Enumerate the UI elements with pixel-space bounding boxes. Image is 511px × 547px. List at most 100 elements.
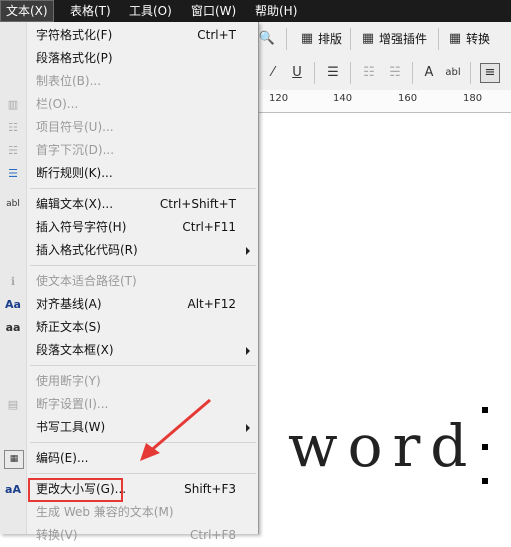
- menu-item-label: 插入符号字符(H): [36, 220, 127, 234]
- menu-item-label: 书写工具(W): [36, 420, 106, 434]
- enhance-plugin-button[interactable]: 增强插件: [379, 28, 427, 50]
- edit-text-icon: abl: [6, 199, 20, 209]
- menu-item-insert-symbol[interactable]: 插入符号字符(H) Ctrl+F11: [0, 216, 258, 239]
- layout-button[interactable]: 排版: [318, 28, 342, 50]
- menu-tools[interactable]: 工具(O): [129, 0, 172, 22]
- menu-item-label: 矫正文本(S): [36, 320, 101, 334]
- menu-item-shortcut: Ctrl+F8: [190, 528, 236, 542]
- menu-item-shortcut: Alt+F12: [187, 297, 236, 311]
- toolbar-separator: [286, 28, 287, 50]
- menu-item-tab-stops[interactable]: 制表位(B)...: [0, 70, 258, 93]
- menu-item-label: 首字下沉(D)...: [36, 143, 115, 157]
- menu-item-label: 断行规则(K)...: [36, 166, 113, 180]
- drop-cap-icon: ☵: [8, 144, 18, 157]
- menu-item-drop-cap[interactable]: ☵ 首字下沉(D)...: [0, 139, 258, 162]
- underline-icon[interactable]: U: [288, 64, 306, 82]
- menu-item-label: 转换(V): [36, 528, 78, 542]
- toolbar-separator: [350, 62, 351, 84]
- menu-item-use-hyphenation[interactable]: 使用断字(Y): [0, 370, 258, 393]
- annotation-arrow-icon: [140, 398, 211, 461]
- selection-handle[interactable]: [482, 407, 488, 413]
- menu-separator: [30, 188, 256, 189]
- menu-item-line-break-rules[interactable]: ☰ 断行规则(K)...: [0, 162, 258, 185]
- menu-item-label: 生成 Web 兼容的文本(M): [36, 505, 174, 519]
- toolbar-separator: [470, 62, 471, 84]
- menu-item-label: 对齐基线(A): [36, 297, 102, 311]
- menu-item-label: 使用断字(Y): [36, 374, 101, 388]
- straighten-text-icon: aa: [5, 321, 21, 334]
- menu-item-edit-text[interactable]: abl 编辑文本(X)... Ctrl+Shift+T: [0, 193, 258, 216]
- convert-icon: ▦: [448, 31, 462, 46]
- menu-item-label: 使文本适合路径(T): [36, 274, 137, 288]
- align-justify-icon[interactable]: ≡: [480, 63, 500, 83]
- bullet-list-icon[interactable]: ☷: [360, 64, 378, 82]
- drop-cap-toolbar-icon[interactable]: ☵: [386, 64, 404, 82]
- highlight-box: [28, 478, 123, 502]
- menu-item-label: 段落格式化(P): [36, 51, 113, 65]
- menu-item-shortcut: Shift+F3: [184, 482, 236, 496]
- menu-table[interactable]: 表格(T): [70, 0, 111, 22]
- layout-icon: ▦: [300, 31, 314, 46]
- hyphenation-icon: ▤: [7, 398, 19, 411]
- columns-icon: ▥: [7, 98, 19, 111]
- menu-separator: [30, 473, 256, 474]
- toolbar-separator: [314, 62, 315, 84]
- menu-item-paragraph-format[interactable]: 段落格式化(P): [0, 47, 258, 70]
- toolbar-separator: [412, 62, 413, 84]
- menu-item-insert-format-code[interactable]: 插入格式化代码(R): [0, 239, 258, 262]
- artistic-text-word[interactable]: word: [288, 412, 477, 480]
- align-baseline-icon: Aa: [5, 298, 21, 311]
- submenu-arrow-icon: [246, 347, 250, 355]
- italic-icon[interactable]: ⁄: [264, 64, 282, 82]
- menu-item-label: 段落文本框(X): [36, 343, 114, 357]
- menu-item-align-baseline[interactable]: Aa 对齐基线(A) Alt+F12: [0, 293, 258, 316]
- menu-item-convert[interactable]: 转换(V) Ctrl+F8: [0, 524, 258, 547]
- menu-item-label: 插入格式化代码(R): [36, 243, 138, 257]
- fit-path-icon: ℹ: [10, 275, 16, 288]
- menu-item-label: 断字设置(I)...: [36, 397, 109, 411]
- encoding-icon: ▦: [4, 450, 24, 469]
- ruler-label: 140: [333, 93, 353, 104]
- menu-item-fit-text-to-path[interactable]: ℹ 使文本适合路径(T): [0, 270, 258, 293]
- menu-item-label: 制表位(B)...: [36, 74, 102, 88]
- plugin-icon: ▦: [361, 31, 375, 46]
- convert-button[interactable]: 转换: [466, 28, 490, 50]
- menu-item-bullets[interactable]: ☷ 项目符号(U)...: [0, 116, 258, 139]
- text-effects-icon[interactable]: A: [420, 64, 438, 82]
- menu-item-straighten-text[interactable]: aa 矫正文本(S): [0, 316, 258, 339]
- selection-handle[interactable]: [482, 444, 488, 450]
- edit-text-toolbar-icon[interactable]: abl: [444, 64, 462, 82]
- menubar: 文本(X) 表格(T) 工具(O) 窗口(W) 帮助(H): [0, 0, 511, 22]
- menu-item-label: 字符格式化(F): [36, 28, 113, 42]
- ruler-label: 180: [463, 93, 483, 104]
- bullets-icon: ☷: [8, 121, 18, 134]
- menu-item-columns[interactable]: ▥ 栏(O)...: [0, 93, 258, 116]
- menu-item-shortcut: Ctrl+Shift+T: [159, 197, 236, 211]
- zoom-icon[interactable]: 🔍: [258, 30, 276, 48]
- menu-item-label: 栏(O)...: [36, 97, 79, 111]
- text-color-icon[interactable]: ☰: [324, 64, 342, 82]
- submenu-arrow-icon: [246, 424, 250, 432]
- menu-window[interactable]: 窗口(W): [191, 0, 236, 22]
- menu-item-label: 编辑文本(X)...: [36, 197, 114, 211]
- ruler-label: 160: [398, 93, 418, 104]
- toolbar-row-2: ⁄ U ☰ ☷ ☵ A abl ≡: [258, 56, 511, 91]
- menu-item-paragraph-text-frame[interactable]: 段落文本框(X): [0, 339, 258, 362]
- ruler-label: 120: [269, 93, 289, 104]
- menu-item-web-compatible-text[interactable]: 生成 Web 兼容的文本(M): [0, 501, 258, 524]
- menu-item-label: 项目符号(U)...: [36, 120, 114, 134]
- menu-help[interactable]: 帮助(H): [255, 0, 297, 22]
- menu-item-label: 编码(E)...: [36, 451, 89, 465]
- menu-separator: [30, 265, 256, 266]
- selection-handle[interactable]: [482, 478, 488, 484]
- menu-text[interactable]: 文本(X): [0, 0, 54, 22]
- change-case-icon: aA: [5, 483, 21, 496]
- menu-separator: [30, 365, 256, 366]
- toolbar-separator: [438, 28, 439, 50]
- line-break-icon: ☰: [8, 167, 18, 180]
- toolbar-separator: [350, 28, 351, 50]
- menu-item-shortcut: Ctrl+F11: [182, 220, 236, 234]
- menu-item-character-format[interactable]: 字符格式化(F) Ctrl+T: [0, 24, 258, 47]
- horizontal-ruler: 120 140 160 180: [258, 90, 511, 113]
- toolbar-row-1: 🔍 ▦ 排版 ▦ 增强插件 ▦ 转换: [258, 22, 511, 57]
